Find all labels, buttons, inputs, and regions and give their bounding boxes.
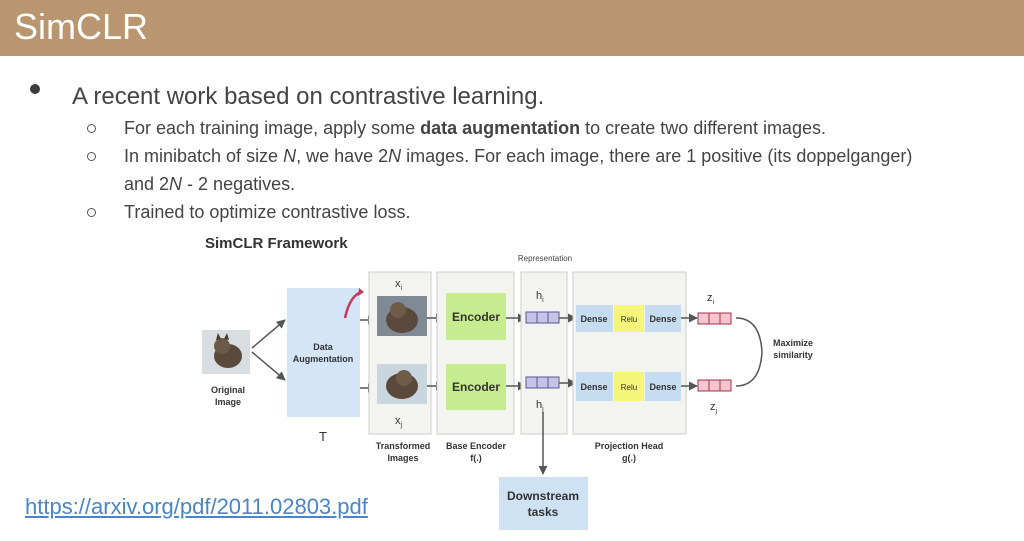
transformed-image-j <box>377 364 427 404</box>
data-augmentation-label: Data <box>313 342 334 352</box>
downstream-tasks-label: tasks <box>528 505 559 519</box>
transformed-images-label: Transformed <box>376 441 431 451</box>
diagram-title: SimCLR Framework <box>205 235 348 252</box>
original-image-label: Image <box>215 397 241 407</box>
t-label: T <box>319 429 327 444</box>
similarity-bracket <box>735 317 763 387</box>
original-image-label: Original <box>211 385 245 395</box>
transformed-images-label: Images <box>387 453 418 463</box>
data-augmentation-label: Augmentation <box>293 354 354 364</box>
dense-label: Dense <box>580 382 607 392</box>
dense-label: Dense <box>580 314 607 324</box>
maximize-label: Maximize <box>773 338 813 348</box>
projection-head-label: g(.) <box>622 453 636 463</box>
arrow <box>251 319 286 349</box>
paper-link[interactable]: https://arxiv.org/pdf/2011.02803.pdf <box>25 494 368 520</box>
projection-head-panel <box>572 271 687 435</box>
zj-label: zj <box>710 401 718 415</box>
downstream-tasks-label: Downstream <box>507 489 579 503</box>
dense-label: Dense <box>649 314 676 324</box>
hj-vector <box>525 376 560 389</box>
relu-label: Relu <box>621 315 637 324</box>
zi-vector <box>697 312 732 325</box>
encoder-label: Encoder <box>452 380 500 394</box>
maximize-label: similarity <box>773 350 813 360</box>
representation-panel <box>520 271 568 435</box>
zj-vector <box>697 379 732 392</box>
zi-label: zi <box>707 292 715 306</box>
transformed-image-i <box>377 296 427 336</box>
original-cat-image <box>202 330 250 374</box>
simclr-framework-diagram: SimCLR Framework Representation Original… <box>202 235 813 530</box>
base-encoder-label: Base Encoder <box>446 441 507 451</box>
encoder-label: Encoder <box>452 310 500 324</box>
downstream-tasks-box <box>499 477 588 530</box>
arrow <box>251 351 286 381</box>
hi-vector <box>525 311 560 324</box>
projection-head-label: Projection Head <box>595 441 664 451</box>
relu-label: Relu <box>621 383 637 392</box>
base-encoder-label: f(.) <box>470 453 482 463</box>
representation-label: Representation <box>518 254 572 263</box>
annotation-arrowhead <box>358 288 364 296</box>
dense-label: Dense <box>649 382 676 392</box>
